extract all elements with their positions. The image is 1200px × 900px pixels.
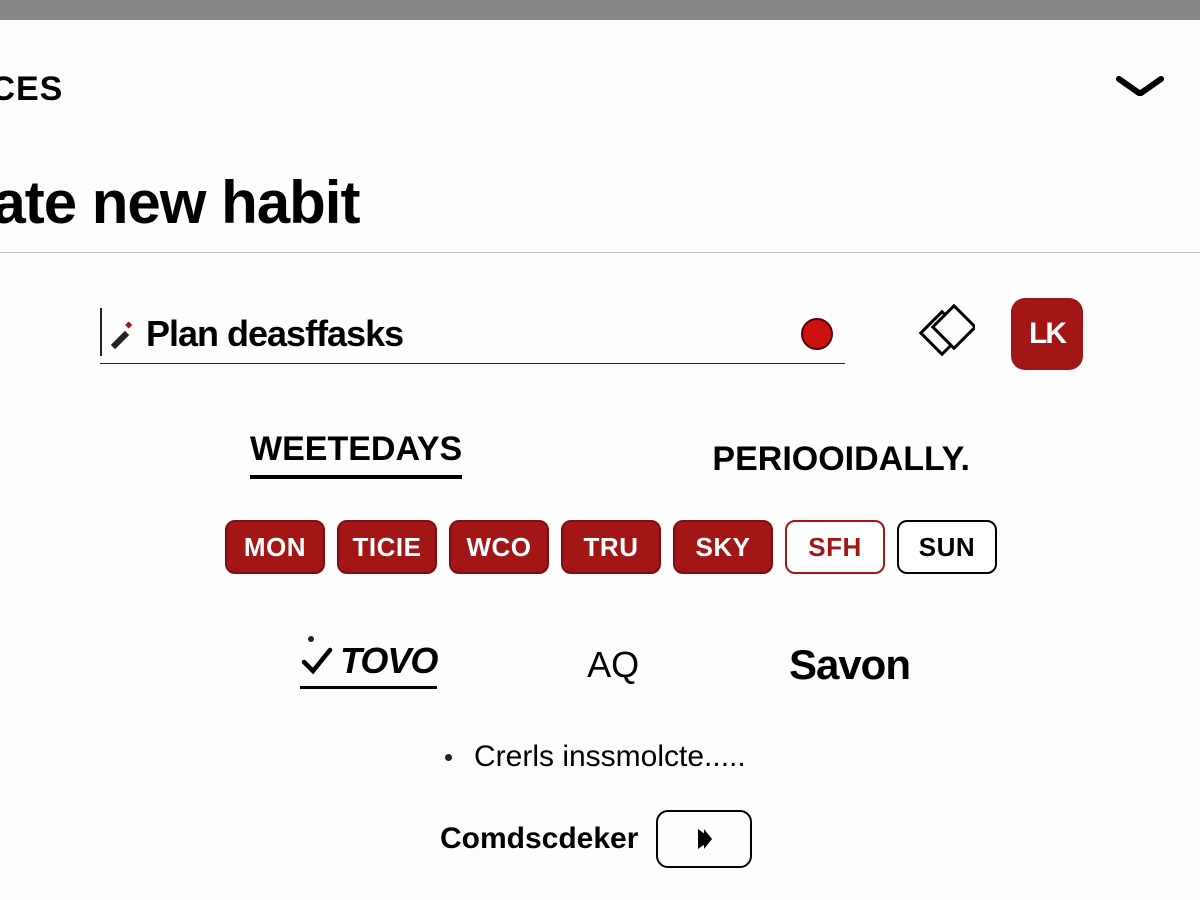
hint-text: Crerls inssmolcte..... [474,740,746,774]
bullet-icon [445,754,452,761]
check-icon [300,644,334,678]
save-button[interactable]: Savon [789,641,910,689]
arrow-right-icon [692,825,716,853]
day-mon[interactable]: MON [225,520,325,574]
habit-name-value: Plan deasffasks [146,313,403,355]
text-caret [100,308,102,356]
page: ICES eate new habit Plan deasffasks LK W… [0,20,1200,900]
nav-breadcrumb-fragment: ICES [0,70,63,109]
tab-periodically[interactable]: PERIOOIDALLY. [712,440,970,479]
habit-name-row: Plan deasffasks LK [100,295,1110,373]
confirm-button[interactable]: LK [1011,298,1083,370]
todo-option[interactable]: TOVO [300,640,437,689]
day-sat[interactable]: SFH [785,520,885,574]
search-glyph: AQ [587,644,639,686]
confirm-label: LK [1029,317,1065,351]
pencil-icon [106,319,136,349]
divider [0,252,1200,253]
schedule-tabs: WEETEDAYS PERIOOIDALLY. [250,430,970,479]
day-tue[interactable]: TICIE [337,520,437,574]
todo-label: TOVO [340,640,437,682]
habit-name-input[interactable]: Plan deasffasks [100,304,845,364]
day-wed[interactable]: WCO [449,520,549,574]
page-title: eate new habit [0,168,359,237]
combo-label: Comdscdeker [440,822,638,856]
combo-row: Comdscdeker [440,810,752,868]
duplicate-button[interactable] [909,298,981,370]
day-sun[interactable]: SUN [897,520,997,574]
window-titlebar [0,0,1200,20]
search-option[interactable]: AQ [587,644,639,686]
weekday-selector: MON TICIE WCO TRU SKY SFH SUN [225,520,997,574]
color-marker[interactable] [801,318,833,350]
day-fri[interactable]: SKY [673,520,773,574]
day-thu[interactable]: TRU [561,520,661,574]
options-row: TOVO AQ Savon [300,640,910,689]
combo-next-button[interactable] [656,810,752,868]
hint-text-row: Crerls inssmolcte..... [445,740,746,774]
tab-weekdays[interactable]: WEETEDAYS [250,430,462,479]
close-button[interactable] [1110,70,1170,110]
